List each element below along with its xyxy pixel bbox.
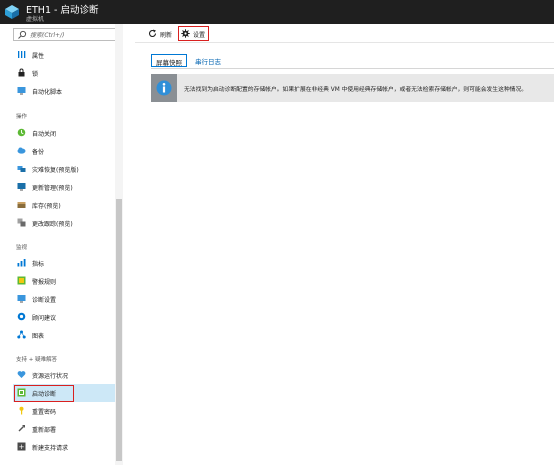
update-management-icon [17,183,26,191]
metrics-icon [17,259,26,267]
scrollbar-thumb[interactable] [116,199,122,461]
search-placeholder: 搜索(Ctrl+/) [30,32,65,39]
sidebar-item-automation-script[interactable]: 自动化脚本 [13,82,115,100]
sidebar-item-update-management[interactable]: 更新管理(预览) [13,178,115,196]
title-bar: ETH1 - 启动诊断 虚拟机 [0,0,554,24]
auto-shutdown-icon [17,128,26,137]
section-header-monitoring: 监视 [16,245,28,251]
sidebar-item-label: 库存(预览) [32,203,61,210]
sidebar-item-label: 自动化脚本 [32,89,63,96]
change-tracking-icon [17,218,26,227]
automation-script-icon [17,87,26,95]
sidebar-item-reset-password[interactable]: 重置密码 [13,402,115,420]
refresh-label: 刷新 [160,32,173,39]
toolbar: 刷新 设置 [135,24,554,43]
sidebar-item-label: 顾问建议 [32,315,57,322]
sidebar-item-label: 锁 [32,71,39,78]
sidebar-item-advisor[interactable]: 顾问建议 [13,308,115,326]
inventory-icon [17,202,26,208]
sidebar-item-inventory[interactable]: 库存(预览) [13,196,115,214]
sidebar-item-auto-shutdown[interactable]: 自动关闭 [13,124,115,142]
settings-button[interactable]: 设置 [178,26,209,41]
backup-icon [17,147,26,154]
sidebar-item-support-request[interactable]: + 新建支持请求 [13,438,115,456]
refresh-button[interactable]: 刷新 [147,26,179,41]
gear-icon [181,29,190,38]
section-header-support: 支持 + 疑难解答 [16,357,58,363]
lock-icon [18,68,25,77]
tab-serial-log[interactable]: 串行日志 [191,54,225,67]
sidebar-item-label: 属性 [32,53,45,60]
sidebar-item-label: 警报规则 [32,279,57,286]
sidebar-scrollbar[interactable] [115,24,123,465]
info-message: 无法找到为启动诊断配置的存储帐户。如果扩展在非经典 VM 中使用经典存储帐户，或… [184,87,528,93]
sidebar-item-diagnostic-settings[interactable]: 诊断设置 [13,290,115,308]
section-header-operations: 操作 [16,114,28,120]
virtual-machine-icon [5,5,19,19]
properties-icon [18,51,26,58]
info-banner: 无法找到为启动诊断配置的存储帐户。如果扩展在非经典 VM 中使用经典存储帐户，或… [151,74,554,102]
settings-label: 设置 [193,32,206,39]
sidebar-item-label: 资源运行状况 [32,373,69,380]
sidebar-item-label: 重新部署 [32,427,57,434]
sidebar-item-backup[interactable]: 备份 [13,142,115,160]
svg-text:+: + [19,443,25,451]
sidebar-item-label: 图表 [32,333,45,340]
sidebar-item-label: 指标 [32,261,45,268]
sidebar-item-label: 备份 [32,149,45,156]
sidebar-item-redeploy[interactable]: 重新部署 [13,420,115,438]
sidebar: 搜索(Ctrl+/) 属性 锁 自动化脚本 操作 自动关闭 备份 灾难恢复(预览… [0,24,123,465]
disaster-recovery-icon [17,166,26,172]
reset-password-icon [19,406,24,415]
diagnostic-settings-icon [17,295,26,303]
info-icon [156,80,172,96]
sidebar-item-metrics[interactable]: 指标 [13,254,115,272]
sidebar-item-change-tracking[interactable]: 更改跟踪(预览) [13,214,115,232]
sidebar-item-label: 更改跟踪(预览) [32,221,73,228]
sidebar-item-lock[interactable]: 锁 [13,64,115,82]
main-content: 刷新 设置 屏幕快照 串行日志 无法找到为启动诊断配置的存储帐户。如果扩展在非经 [135,24,554,465]
sidebar-item-label: 新建支持请求 [32,445,69,452]
boot-diagnostics-highlight [14,385,74,402]
search-icon [18,30,27,39]
refresh-icon [148,29,157,37]
sidebar-item-diagram[interactable]: 图表 [13,326,115,344]
support-request-icon: + [17,442,26,451]
advisor-icon [17,312,26,321]
tab-divider [151,68,554,69]
sidebar-item-resource-health[interactable]: 资源运行状况 [13,366,115,384]
sidebar-item-label: 更新管理(预览) [32,185,73,192]
search-input[interactable]: 搜索(Ctrl+/) [13,28,121,41]
redeploy-icon [18,425,25,432]
sidebar-item-properties[interactable]: 属性 [13,46,115,64]
sidebar-item-label: 诊断设置 [32,297,57,304]
sidebar-list: 搜索(Ctrl+/) 属性 锁 自动化脚本 操作 自动关闭 备份 灾难恢复(预览… [0,24,121,465]
sidebar-item-disaster-recovery[interactable]: 灾难恢复(预览版) [13,160,115,178]
page-subtitle: 虚拟机 [26,16,45,23]
sidebar-item-label: 自动关闭 [32,131,57,138]
tab-screenshot[interactable]: 屏幕快照 [151,54,187,67]
info-icon-background [151,74,177,102]
sidebar-item-label: 重置密码 [32,409,57,416]
sidebar-item-label: 灾难恢复(预览版) [32,167,79,174]
alert-rules-icon [17,276,26,285]
sidebar-item-alert-rules[interactable]: 警报规则 [13,272,115,290]
diagram-icon [17,330,26,339]
resource-health-icon [17,371,26,378]
